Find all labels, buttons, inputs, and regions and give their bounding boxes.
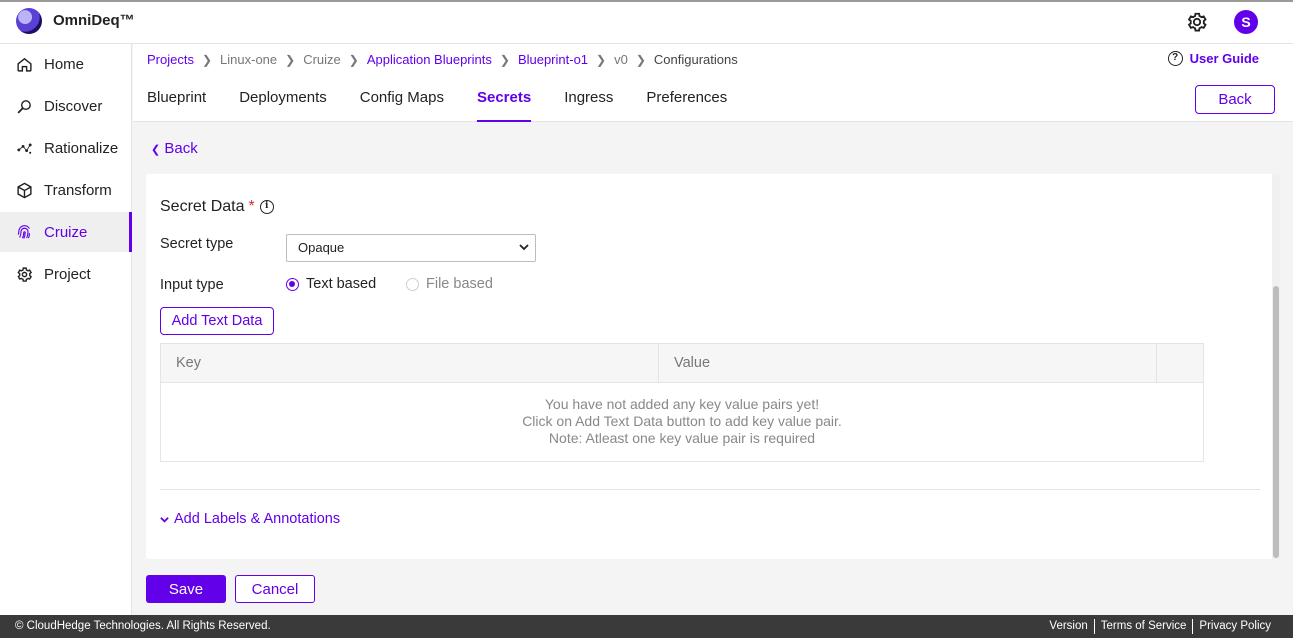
save-button[interactable]: Save bbox=[146, 575, 226, 603]
section-title: Secret Data * i bbox=[160, 198, 274, 216]
tab-preferences[interactable]: Preferences bbox=[646, 88, 727, 122]
sidebar-item-label: Discover bbox=[44, 97, 103, 115]
settings-gear-icon[interactable] bbox=[1186, 11, 1208, 33]
secret-data-title: Secret Data bbox=[160, 198, 245, 215]
divider bbox=[160, 489, 1260, 490]
user-avatar[interactable]: S bbox=[1234, 10, 1258, 34]
labels-link-text: Add Labels & Annotations bbox=[174, 511, 341, 527]
gear-icon bbox=[17, 266, 33, 282]
brand-name: OmniDeq™ bbox=[53, 12, 135, 29]
chevron-down-icon bbox=[160, 516, 169, 523]
scatter-icon bbox=[17, 143, 32, 154]
sidebar-item-label: Home bbox=[44, 55, 85, 73]
sidebar-item-discover[interactable]: Discover bbox=[0, 86, 132, 126]
user-guide-link[interactable]: ? User Guide bbox=[1167, 51, 1259, 66]
cube-icon bbox=[17, 182, 32, 198]
sidebar-item-cruize[interactable]: Cruize bbox=[0, 212, 132, 252]
footer: © CloudHedge Technologies. All Rights Re… bbox=[0, 615, 1293, 638]
sidebar-item-label: Cruize bbox=[44, 223, 88, 241]
info-icon[interactable]: i bbox=[259, 200, 274, 214]
sidebar-item-label: Rationalize bbox=[44, 139, 119, 157]
column-header-key: Key bbox=[161, 344, 659, 383]
page-header: Projects ❯ Linux-one ❯ Cruize ❯ Applicat… bbox=[133, 44, 1293, 122]
key-value-table: Key Value You have not added any key val… bbox=[160, 343, 1204, 462]
tab-ingress[interactable]: Ingress bbox=[564, 88, 613, 122]
sidebar-item-label: Transform bbox=[44, 181, 112, 199]
sidebar-item-transform[interactable]: Transform bbox=[0, 170, 132, 210]
empty-line: Click on Add Text Data button to add key… bbox=[522, 413, 842, 429]
secret-type-label: Secret type bbox=[160, 236, 234, 252]
tab-config-maps[interactable]: Config Maps bbox=[360, 88, 444, 122]
add-text-data-button[interactable]: Add Text Data bbox=[160, 307, 274, 335]
home-icon bbox=[17, 57, 32, 72]
input-type-label: Input type bbox=[160, 277, 224, 293]
omnideq-logo[interactable] bbox=[16, 8, 42, 34]
chevron-right-icon: ❯ bbox=[499, 52, 510, 67]
breadcrumb-blueprint[interactable]: Blueprint-o1 bbox=[518, 52, 588, 67]
footer-links: Version Terms of Service Privacy Policy bbox=[1043, 615, 1277, 634]
scrollbar-thumb[interactable] bbox=[1273, 286, 1279, 558]
sidebar-item-label: Project bbox=[44, 265, 91, 283]
table-header: Key Value bbox=[161, 344, 1203, 383]
user-guide-label: User Guide bbox=[1189, 51, 1259, 66]
top-bar: OmniDeq™ S bbox=[0, 0, 1293, 44]
tab-secrets[interactable]: Secrets bbox=[476, 88, 532, 122]
radio-file-label: File based bbox=[426, 276, 493, 292]
breadcrumb-cruize: Cruize bbox=[303, 52, 341, 67]
empty-line: Note: Atleast one key value pair is requ… bbox=[548, 430, 816, 446]
radio-unselected-icon bbox=[406, 277, 419, 291]
sidebar-item-home[interactable]: Home bbox=[0, 44, 132, 84]
chevron-right-icon: ❯ bbox=[348, 52, 359, 67]
breadcrumb: Projects ❯ Linux-one ❯ Cruize ❯ Applicat… bbox=[147, 52, 738, 67]
secret-type-select[interactable]: Opaque bbox=[286, 234, 536, 262]
column-header-value: Value bbox=[659, 344, 1157, 383]
breadcrumb-projects[interactable]: Projects bbox=[147, 52, 194, 67]
footer-link-version[interactable]: Version bbox=[1043, 619, 1093, 634]
secret-form-card: Secret Data * i Secret type Opaque Input… bbox=[146, 174, 1280, 559]
back-button[interactable]: Back bbox=[1195, 85, 1275, 114]
secret-type-value: Opaque bbox=[298, 240, 345, 255]
footer-link-terms[interactable]: Terms of Service bbox=[1093, 619, 1193, 634]
breadcrumb-linux-one: Linux-one bbox=[220, 52, 278, 67]
sidebar-item-rationalize[interactable]: Rationalize bbox=[0, 128, 132, 168]
scrollbar-track[interactable] bbox=[1272, 174, 1280, 559]
footer-link-privacy[interactable]: Privacy Policy bbox=[1192, 619, 1277, 634]
chevron-left-icon: ❮ bbox=[151, 144, 161, 156]
required-mark: * bbox=[248, 198, 255, 215]
radio-file-based[interactable]: File based bbox=[406, 276, 493, 292]
tab-deployments[interactable]: Deployments bbox=[239, 88, 327, 122]
breadcrumb-configurations: Configurations bbox=[653, 52, 738, 67]
add-labels-annotations-toggle[interactable]: Add Labels & Annotations bbox=[160, 511, 340, 527]
sidebar-item-project[interactable]: Project bbox=[0, 254, 132, 294]
tab-blueprint[interactable]: Blueprint bbox=[147, 88, 206, 122]
tab-bar: Blueprint Deployments Config Maps Secret… bbox=[147, 88, 760, 122]
radio-text-based[interactable]: Text based bbox=[286, 276, 376, 292]
copyright-text: © CloudHedge Technologies. All Rights Re… bbox=[15, 620, 271, 632]
breadcrumb-version: v0 bbox=[614, 52, 628, 67]
back-link[interactable]: ❮ Back bbox=[151, 140, 198, 157]
chevron-down-icon bbox=[519, 244, 529, 251]
help-icon: ? bbox=[1167, 51, 1183, 66]
fingerprint-icon bbox=[17, 224, 31, 239]
radio-selected-icon bbox=[286, 277, 299, 291]
cancel-button[interactable]: Cancel bbox=[235, 575, 315, 603]
sidebar: Home Discover Rationalize Transform Crui… bbox=[0, 44, 132, 615]
breadcrumb-application-blueprints[interactable]: Application Blueprints bbox=[367, 52, 492, 67]
search-icon bbox=[17, 99, 31, 114]
empty-line: You have not added any key value pairs y… bbox=[544, 396, 820, 412]
chevron-right-icon: ❯ bbox=[201, 52, 213, 67]
chevron-right-icon: ❯ bbox=[285, 52, 296, 67]
back-link-label: Back bbox=[164, 140, 198, 157]
chevron-right-icon: ❯ bbox=[596, 52, 607, 67]
radio-text-label: Text based bbox=[306, 276, 377, 292]
chevron-right-icon: ❯ bbox=[635, 52, 646, 67]
empty-state-message: You have not added any key value pairs y… bbox=[161, 396, 1203, 447]
